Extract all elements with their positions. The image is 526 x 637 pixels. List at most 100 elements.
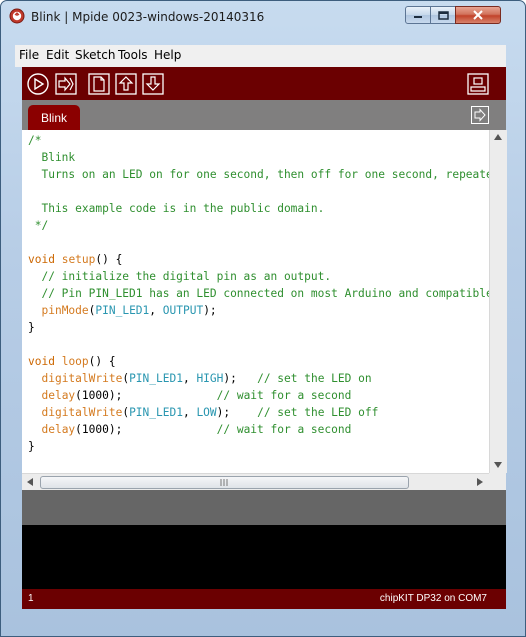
menu-tools[interactable]: Tools xyxy=(118,48,148,62)
minimize-button[interactable] xyxy=(405,6,431,24)
code-token: // wait for a second xyxy=(216,389,352,402)
code-token: digitalWrite xyxy=(41,372,123,385)
code-token: void xyxy=(28,253,55,266)
code-line[interactable]: delay(1000); // wait for a second xyxy=(28,421,490,438)
scroll-corner xyxy=(489,473,506,490)
minimize-icon xyxy=(414,16,422,18)
code-line[interactable]: delay(1000); // wait for a second xyxy=(28,387,490,404)
code-line[interactable]: } xyxy=(28,319,490,336)
menu-bar: File Edit Sketch Tools Help xyxy=(15,45,506,67)
status-area xyxy=(22,490,506,525)
tab-menu-icon[interactable] xyxy=(471,106,489,124)
code-token: */ xyxy=(28,219,49,232)
menu-edit[interactable]: Edit xyxy=(46,48,69,62)
code-token: PIN_LED1 xyxy=(95,304,150,317)
code-line[interactable]: // Pin PIN_LED1 has an LED connected on … xyxy=(28,285,490,302)
title-bar[interactable]: Blink | Mpide 0023-windows-20140316 xyxy=(1,1,525,41)
tab-blink[interactable]: Blink xyxy=(28,105,80,130)
code-line[interactable] xyxy=(28,234,490,251)
maximize-icon xyxy=(437,10,449,20)
code-line[interactable]: digitalWrite(PIN_LED1, LOW); // set the … xyxy=(28,404,490,421)
menu-help[interactable]: Help xyxy=(154,48,181,62)
menu-file[interactable]: File xyxy=(19,48,39,62)
verify-icon[interactable] xyxy=(27,73,49,95)
window-title: Blink | Mpide 0023-windows-20140316 xyxy=(31,10,265,24)
open-icon[interactable] xyxy=(115,73,137,95)
code-line[interactable]: void loop() { xyxy=(28,353,490,370)
save-icon[interactable] xyxy=(142,73,164,95)
grip-icon xyxy=(220,479,228,486)
vertical-scrollbar[interactable] xyxy=(489,130,507,473)
code-token: (1000); xyxy=(75,423,217,436)
code-line[interactable]: Blink xyxy=(28,149,490,166)
code-token: ); xyxy=(223,372,258,385)
code-token: ); xyxy=(216,406,258,419)
code-line[interactable]: digitalWrite(PIN_LED1, HIGH); // set the… xyxy=(28,370,490,387)
code-token: void xyxy=(28,355,55,368)
code-line[interactable]: This example code is in the public domai… xyxy=(28,200,490,217)
code-line[interactable]: /* xyxy=(28,132,490,149)
code-token: setup xyxy=(61,253,96,266)
scroll-up-icon[interactable] xyxy=(494,134,502,140)
upload-icon[interactable] xyxy=(55,73,77,95)
code-line[interactable]: // initialize the digital pin as an outp… xyxy=(28,268,490,285)
code-token: Blink xyxy=(28,151,76,164)
code-token: , xyxy=(149,304,163,317)
code-line[interactable]: Turns on an LED on for one second, then … xyxy=(28,166,490,183)
code-line[interactable]: pinMode(PIN_LED1, OUTPUT); xyxy=(28,302,490,319)
code-token: HIGH xyxy=(196,372,224,385)
code-token: loop xyxy=(61,355,89,368)
code-token: digitalWrite xyxy=(41,406,123,419)
footer-bar: 1 chipKIT DP32 on COM7 xyxy=(22,589,506,609)
tab-bar: Blink xyxy=(22,100,506,130)
code-token: PIN_LED1 xyxy=(129,372,183,385)
code-token: delay xyxy=(41,423,76,436)
code-token: // Pin PIN_LED1 has an LED connected on … xyxy=(41,287,490,300)
scroll-down-icon[interactable] xyxy=(494,462,502,468)
code-token: // set the LED on xyxy=(257,372,372,385)
close-button[interactable] xyxy=(455,6,501,24)
code-editor[interactable]: /* Blink Turns on an LED on for one seco… xyxy=(22,130,506,473)
code-line[interactable] xyxy=(28,183,490,200)
new-icon[interactable] xyxy=(88,73,110,95)
horizontal-scroll-thumb[interactable] xyxy=(40,476,409,489)
code-token: } xyxy=(28,440,35,453)
code-token: LOW xyxy=(196,406,217,419)
code-token: delay xyxy=(41,389,76,402)
code-token: } xyxy=(28,321,35,334)
code-token: , xyxy=(182,406,197,419)
code-line[interactable] xyxy=(28,336,490,353)
code-token: Turns on an LED on for one second, then … xyxy=(28,168,490,181)
scroll-right-icon[interactable] xyxy=(477,478,483,486)
code-token: pinMode xyxy=(41,304,89,317)
code-line[interactable]: } xyxy=(28,438,490,455)
code-token: This example code is in the public domai… xyxy=(28,202,325,215)
console-output[interactable] xyxy=(22,525,506,589)
scroll-left-icon[interactable] xyxy=(27,478,33,486)
horizontal-scrollbar[interactable] xyxy=(22,473,489,491)
maximize-button[interactable] xyxy=(430,6,456,24)
app-window: Blink | Mpide 0023-windows-20140316 File… xyxy=(0,0,526,637)
code-token: // initialize the digital pin as an outp… xyxy=(28,270,332,283)
code-token: ); xyxy=(203,304,217,317)
board-info: chipKIT DP32 on COM7 xyxy=(379,593,487,604)
menu-sketch[interactable]: Sketch xyxy=(75,48,115,62)
code-token: () { xyxy=(88,355,116,368)
code-token: // wait for a second xyxy=(216,423,352,436)
app-icon xyxy=(9,8,25,24)
code-line[interactable]: void setup() { xyxy=(28,251,490,268)
line-number: 1 xyxy=(28,593,34,604)
code-token: () { xyxy=(95,253,123,266)
code-line[interactable]: */ xyxy=(28,217,490,234)
serial-monitor-icon[interactable] xyxy=(467,73,489,95)
code-token: PIN_LED1 xyxy=(129,406,183,419)
toolbar xyxy=(22,67,506,100)
code-text[interactable]: /* Blink Turns on an LED on for one seco… xyxy=(28,132,490,462)
code-token: OUTPUT xyxy=(162,304,204,317)
